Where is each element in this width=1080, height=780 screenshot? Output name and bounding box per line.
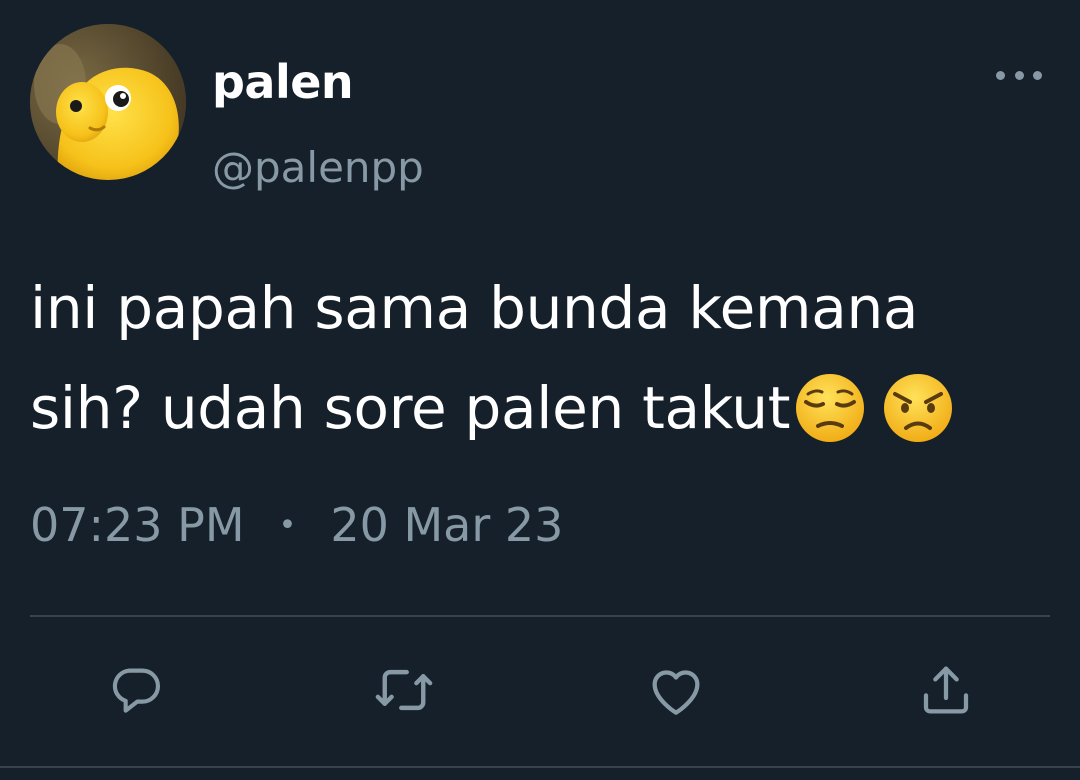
tweet-actions-bar — [0, 650, 1080, 730]
more-dot-icon — [1014, 70, 1024, 80]
avatar[interactable] — [30, 24, 186, 180]
tweet-text-line-2: sih? udah sore palen takut — [30, 374, 791, 442]
pensive-face-emoji-icon — [792, 370, 868, 476]
meta-separator: • — [278, 508, 297, 543]
like-button[interactable] — [636, 650, 716, 730]
heart-icon — [652, 670, 700, 715]
share-icon — [923, 666, 969, 714]
tweet-text-line-1: ini papah sama bunda kemana — [30, 274, 919, 342]
divider — [30, 615, 1050, 617]
reply-button[interactable] — [96, 650, 176, 730]
tweet-card: palen @palenpp ini papah sama bunda kema… — [0, 0, 1080, 780]
tweet-timestamp[interactable]: 07:23 PM • 20 Mar 23 — [30, 495, 563, 556]
share-button[interactable] — [906, 650, 986, 730]
retweet-icon — [375, 669, 433, 711]
more-options-button[interactable] — [996, 62, 1042, 88]
reply-icon — [112, 668, 160, 713]
retweet-button[interactable] — [364, 650, 444, 730]
avatar-image — [30, 24, 186, 180]
user-handle[interactable]: @palenpp — [212, 138, 424, 198]
display-name[interactable]: palen — [212, 52, 354, 112]
tweet-time: 07:23 PM — [30, 498, 245, 552]
tweet-date: 20 Mar 23 — [330, 498, 564, 552]
more-dot-icon — [1033, 70, 1042, 80]
angry-face-emoji-icon — [880, 370, 956, 476]
more-dot-icon — [996, 70, 1005, 80]
tweet-text: ini papah sama bunda kemana sih? udah so… — [30, 258, 1040, 476]
bottom-divider — [0, 766, 1080, 768]
